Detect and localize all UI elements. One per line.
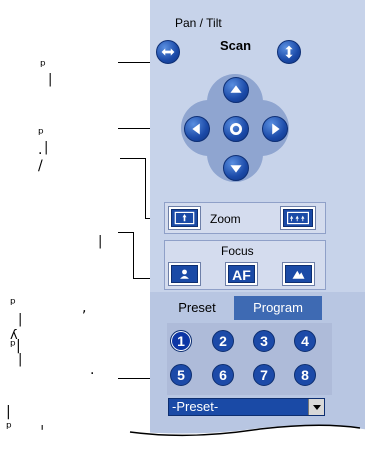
preset-button-2[interactable]: 2 [212, 330, 234, 352]
arrow-left-icon [192, 123, 200, 135]
callout-tick-5a: | [18, 312, 23, 327]
preset-button-1[interactable]: 1 [170, 330, 192, 352]
af-label: AF [232, 267, 251, 283]
zoom-tele-button[interactable] [280, 206, 316, 230]
callout-label-1: ᵖ [40, 58, 46, 74]
tilt-down-button[interactable] [223, 155, 249, 181]
home-position-button[interactable] [223, 116, 249, 142]
focus-far-button[interactable] [282, 262, 315, 286]
callout-tick-1: | [48, 72, 53, 87]
horizontal-arrows-icon [161, 48, 175, 56]
arrow-right-icon [272, 123, 280, 135]
mountain-icon [292, 270, 305, 279]
focus-near-button[interactable] [168, 262, 201, 286]
focus-near-face [171, 265, 198, 283]
callout-line-4a [118, 232, 133, 233]
camera-control-panel: Pan / Tilt Scan Zoom Focus AF Preset Pro… [150, 0, 365, 440]
zoom-tele-icon [287, 211, 309, 225]
scan-vertical-button[interactable] [277, 40, 301, 64]
arrow-down-icon [230, 165, 242, 173]
preset-button-3[interactable]: 3 [253, 330, 275, 352]
callout-line-3b [145, 158, 146, 218]
callout-line-3a [120, 158, 145, 159]
focus-far-face [285, 265, 312, 283]
callout-label-5a: ᵖ [10, 296, 16, 312]
zoom-label: Zoom [210, 212, 241, 226]
callout-label-5b: , [82, 300, 87, 316]
tilt-up-button[interactable] [223, 77, 249, 103]
vertical-arrows-icon [285, 45, 293, 59]
zoom-wide-icon [174, 211, 195, 225]
home-circle-icon [230, 123, 242, 135]
preset-select[interactable]: -Preset- [168, 398, 325, 416]
tab-preset[interactable]: Preset [168, 296, 226, 320]
callout-label-5e: . [90, 362, 95, 378]
preset-button-5[interactable]: 5 [170, 364, 192, 386]
callout-tick-5d: | [18, 352, 23, 367]
callout-line-4b [133, 232, 134, 278]
pan-left-button[interactable] [184, 116, 210, 142]
zoom-tele-face [283, 209, 313, 227]
auto-focus-button[interactable]: AF [225, 262, 258, 286]
torn-edge-decoration [0, 424, 370, 450]
person-icon [180, 269, 189, 279]
pan-right-button[interactable] [262, 116, 288, 142]
preset-buttons-area: 1 2 3 4 5 6 7 8 [167, 323, 332, 395]
focus-label: Focus [221, 244, 254, 258]
preset-button-8[interactable]: 8 [294, 364, 316, 386]
pan-tilt-title: Pan / Tilt [175, 16, 222, 30]
scan-label: Scan [220, 38, 252, 53]
scan-horizontal-button[interactable] [156, 40, 180, 64]
preset-button-7[interactable]: 7 [253, 364, 275, 386]
callout-label-4: | [98, 234, 103, 249]
preset-button-4[interactable]: 4 [294, 330, 316, 352]
zoom-wide-button[interactable] [168, 206, 201, 230]
callout-tick-2: | [44, 140, 49, 155]
preset-button-6[interactable]: 6 [212, 364, 234, 386]
zoom-wide-face [171, 209, 198, 227]
dropdown-arrow-button[interactable] [308, 399, 324, 415]
auto-focus-face: AF [228, 265, 255, 283]
arrow-up-icon [230, 85, 242, 93]
preset-select-value: -Preset- [172, 399, 219, 414]
chevron-down-icon [313, 405, 321, 410]
tab-program[interactable]: Program [234, 296, 322, 320]
